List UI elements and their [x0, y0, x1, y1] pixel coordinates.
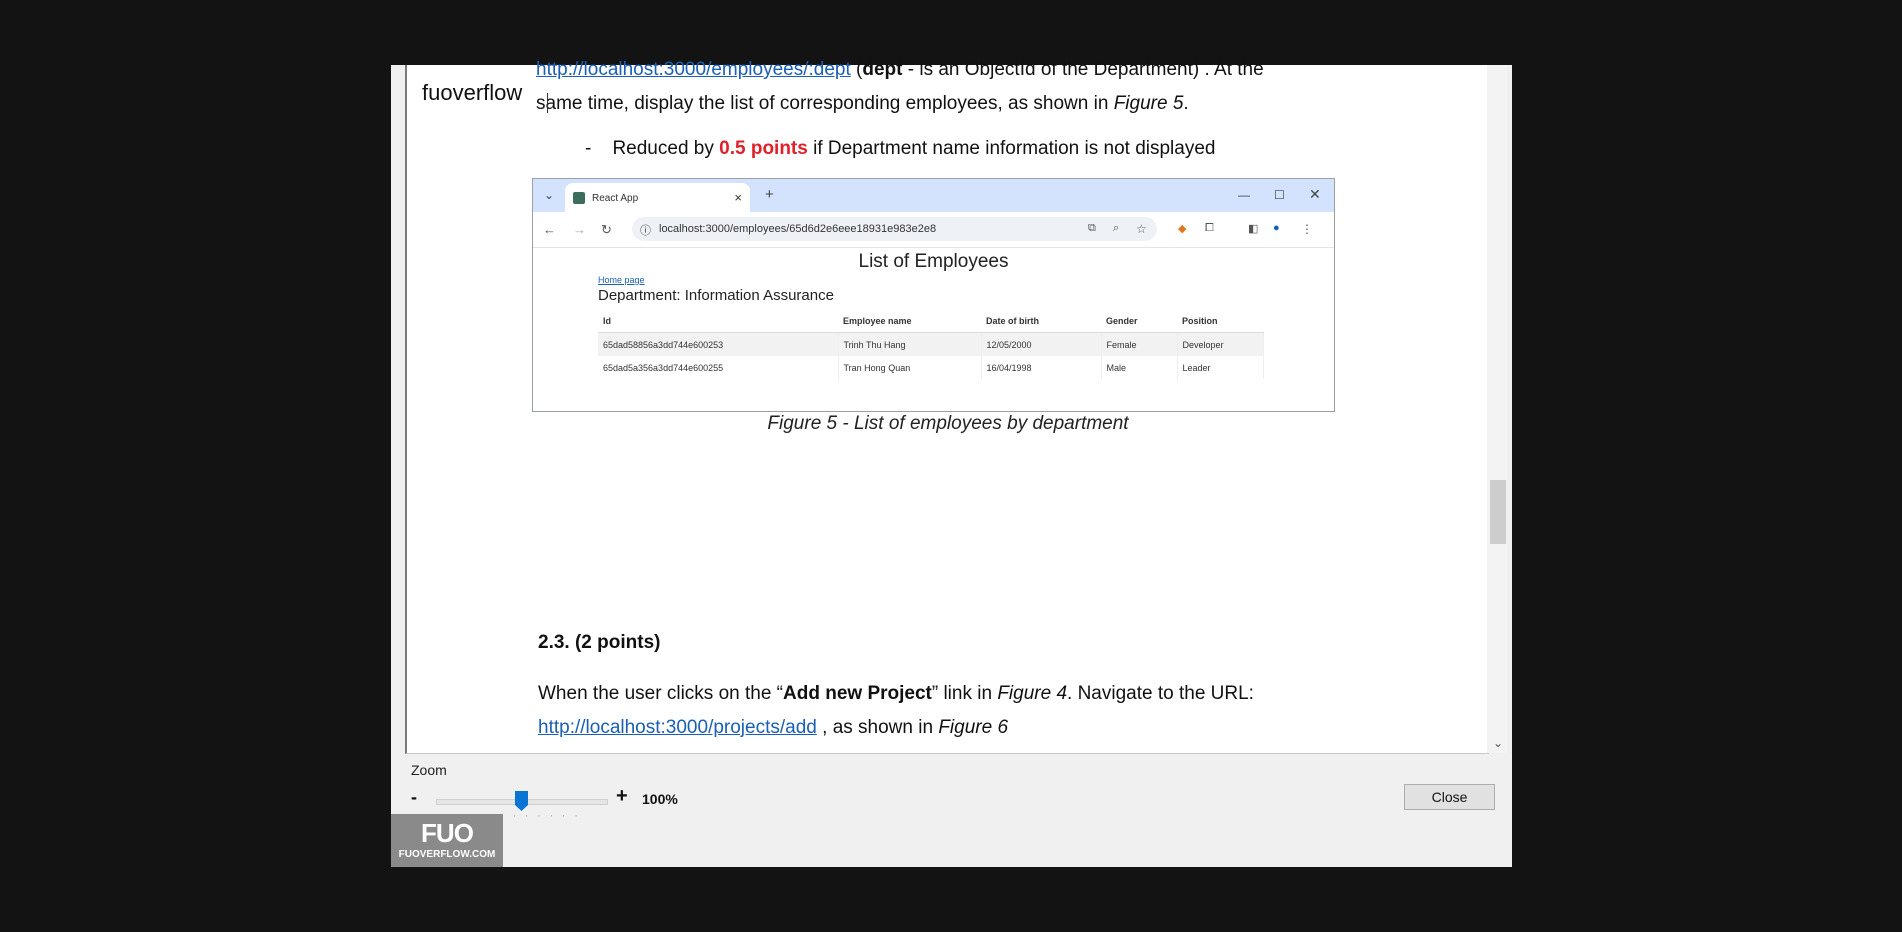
table-cell: Developer	[1177, 332, 1264, 356]
reload-icon[interactable]: ↻	[601, 222, 612, 238]
zoom-icon[interactable]: ⌕	[1113, 222, 1119, 235]
browser-tab[interactable]: React App ×	[565, 183, 750, 212]
column-header: Gender	[1101, 309, 1177, 333]
table-cell: Leader	[1177, 356, 1264, 379]
table-cell: 12/05/2000	[981, 332, 1102, 356]
info-icon: ⓘ	[640, 225, 651, 237]
table-cell: Female	[1101, 332, 1178, 356]
table-cell: 16/04/1998	[981, 356, 1102, 379]
profile-icon[interactable]: ●	[1273, 222, 1280, 234]
browser-address-bar: ← → ↻ ⓘ localhost:3000/employees/65d6d2e…	[533, 212, 1334, 248]
chevron-down-icon[interactable]: ⌄	[544, 188, 554, 202]
new-tab-icon[interactable]: +	[765, 186, 774, 203]
extension-icon[interactable]: ◆	[1178, 222, 1186, 235]
install-icon[interactable]: ⧉	[1088, 222, 1096, 235]
employees-dept-link[interactable]: http://localhost:3000/employees/:dept	[536, 59, 851, 80]
tab-title: React App	[592, 193, 639, 204]
minimize-icon[interactable]: —	[1238, 188, 1250, 202]
vertical-scrollbar[interactable]: ⌄	[1487, 65, 1507, 753]
sidebar-icon[interactable]: ◧	[1248, 222, 1258, 235]
zoom-slider-thumb[interactable]	[515, 791, 528, 811]
forward-icon[interactable]: →	[573, 222, 586, 237]
table-header-row: Id Employee name Date of birth Gender Po…	[598, 309, 1264, 333]
react-favicon-icon	[573, 192, 585, 204]
zoom-value: 100%	[642, 791, 678, 807]
employees-table: Id Employee name Date of birth Gender Po…	[598, 309, 1264, 379]
home-page-link[interactable]: Home page	[598, 275, 645, 285]
figure-5-screenshot: ⌄ React App × + — ☐ ✕ ← → ↻ ⓘ localhost:…	[532, 178, 1335, 412]
column-header: Id	[598, 309, 838, 333]
star-icon[interactable]: ☆	[1136, 222, 1147, 236]
scroll-down-icon[interactable]: ⌄	[1490, 735, 1506, 751]
table-row: 65dad5a356a3dd744e600255 Tran Hong Quan …	[598, 356, 1264, 379]
table-cell: Male	[1101, 356, 1178, 379]
section-heading: 2.3. (2 points)	[538, 632, 661, 653]
table-cell: Trinh Thu Hang	[838, 332, 982, 356]
url-field[interactable]: ⓘ localhost:3000/employees/65d6d2e6eee18…	[632, 217, 1157, 241]
menu-icon[interactable]: ⋮	[1301, 222, 1313, 236]
close-window-icon[interactable]: ✕	[1309, 186, 1321, 203]
document-paragraph: When the user clicks on the “Add new Pro…	[538, 683, 1254, 704]
zoom-slider-ticks: ''''''''	[489, 815, 588, 822]
zoom-label: Zoom	[411, 762, 447, 778]
projects-add-link[interactable]: http://localhost:3000/projects/add	[538, 717, 817, 738]
page-title: List of Employees	[858, 251, 1009, 272]
document-line-2: same time, display the list of correspon…	[536, 93, 1189, 114]
watermark-label: fuoverflow	[416, 78, 529, 108]
back-icon[interactable]: ←	[543, 222, 556, 237]
close-button[interactable]: Close	[1404, 784, 1495, 810]
close-tab-icon[interactable]: ×	[734, 190, 742, 205]
zoom-in-button[interactable]: +	[616, 785, 628, 808]
puzzle-icon[interactable]: ⧠	[1205, 222, 1214, 235]
document-viewer: fuoverflow http://localhost:3000/employe…	[405, 59, 1489, 754]
column-header: Employee name	[838, 309, 981, 333]
zoom-out-button[interactable]: -	[411, 787, 417, 808]
column-header: Date of birth	[981, 309, 1101, 333]
table-cell: 65dad5a356a3dd744e600255	[598, 356, 839, 379]
table-row: 65dad58856a3dd744e600253 Trinh Thu Hang …	[598, 332, 1264, 356]
text-caret	[547, 93, 548, 113]
scrollbar-thumb[interactable]	[1490, 480, 1506, 544]
document-bullet: - Reduced by 0.5 points if Department na…	[585, 138, 1216, 159]
fuoverflow-logo: FUO FUOVERFLOW.COM	[391, 814, 503, 867]
figure-caption: Figure 5 - List of employees by departme…	[767, 413, 1129, 434]
table-cell: 65dad58856a3dd744e600253	[598, 332, 839, 356]
image-viewer-window: fuoverflow http://localhost:3000/employe…	[391, 59, 1512, 867]
browser-tab-bar: ⌄ React App × + — ☐ ✕	[533, 179, 1334, 212]
document-line-1: http://localhost:3000/employees/:dept (d…	[536, 59, 1264, 80]
document-url-line: http://localhost:3000/projects/add , as …	[538, 717, 1009, 738]
maximize-icon[interactable]: ☐	[1274, 188, 1285, 202]
department-heading: Department: Information Assurance	[598, 287, 834, 304]
table-cell: Tran Hong Quan	[838, 356, 982, 379]
column-header: Position	[1177, 309, 1264, 333]
